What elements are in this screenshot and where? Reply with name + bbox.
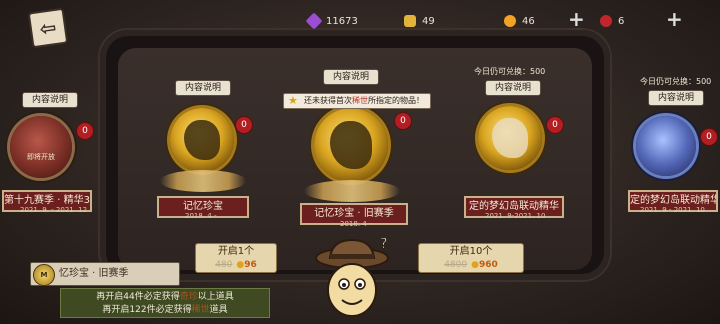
open-ten-button[interactable]: 开启10个 4800 ●960 [418, 243, 524, 273]
resource-value: 46 [522, 15, 535, 27]
content-help-button[interactable]: 内容说明 [323, 69, 380, 85]
coming-soon-label: 即将开放 [27, 153, 55, 161]
treasure-seal-icon: M [33, 264, 55, 286]
pity-line2-highlight: 稀世 [191, 305, 210, 315]
tooltip-highlight: 稀世 [352, 96, 368, 105]
first-rare-tooltip: ★ 还未获得首次稀世所指定的物品！ [283, 93, 431, 109]
pity-line2-prefix: 再开启122件必定获得 [102, 305, 192, 315]
card-date: 2018. 4 - [340, 220, 372, 228]
laurel-wreath [304, 180, 400, 202]
card-date: 2018. 4 - [185, 212, 217, 220]
pity-line1-highlight: 奇珍 [179, 292, 198, 302]
content-help-button[interactable]: 内容说明 [485, 80, 542, 96]
count-badge: 0 [76, 122, 94, 140]
season-medal: 即将开放 [10, 116, 72, 178]
card-date: 2021. 9 - 2021. 10 [640, 206, 705, 214]
pity-line1-prefix: 再开启44件必定获得 [96, 292, 180, 302]
info-title: M 忆珍宝 · 旧赛季 [30, 262, 180, 286]
purple-gem-icon [305, 12, 323, 30]
resource-red-gem: 6 [600, 12, 624, 30]
resource-gold-coin: 46 [504, 12, 535, 30]
count-badge: 0 [700, 128, 718, 146]
pity-info-panel: M 忆珍宝 · 旧赛季 再开启44件必定获得奇珍以上道具 再开启122件必定获得… [30, 262, 270, 322]
resource-puzzle: 49 [404, 12, 435, 30]
neverland-blue-medal [636, 116, 696, 176]
exit-door-icon[interactable]: ⇦ [27, 7, 69, 49]
open-one-label: 开启1个 [217, 246, 255, 257]
detective-mascot: ? [315, 238, 389, 317]
tooltip-prefix: 还未获得首次 [304, 96, 352, 105]
daily-exchange-limit: 今日仍可兑换：500 [640, 77, 712, 86]
star-icon: ★ [288, 94, 298, 107]
daily-exchange-limit: 今日仍可兑换：500 [474, 67, 546, 76]
open-ten-label: 开启10个 [449, 246, 493, 257]
red-gem-icon [600, 15, 612, 27]
add-gold-button[interactable]: + [568, 9, 585, 29]
count-badge: 0 [394, 112, 412, 130]
coin-icon: ● [471, 260, 479, 270]
count-badge: 0 [546, 116, 564, 134]
tooltip-suffix: 所指定的物品！ [368, 96, 424, 105]
puzzle-piece-icon [404, 15, 416, 27]
gold-coin-icon [504, 15, 516, 27]
resource-value: 11673 [326, 15, 358, 27]
info-title-text: 忆珍宝 · 旧赛季 [59, 268, 129, 279]
resource-value: 6 [618, 15, 625, 27]
discount-cost: 960 [478, 260, 498, 270]
neverland-medal [478, 106, 542, 170]
original-cost: 4800 [444, 260, 468, 270]
add-red-gem-button[interactable]: + [666, 9, 683, 29]
pity-line1-suffix: 以上道具 [197, 292, 234, 302]
resource-purple-gem: 11673 [305, 12, 358, 30]
card-date: 2021. 9-2021. 10 [485, 212, 546, 220]
memory-treasure-old-medal [314, 108, 388, 182]
content-help-button[interactable]: 内容说明 [648, 90, 705, 106]
resource-value: 49 [422, 15, 435, 27]
content-help-button[interactable]: 内容说明 [175, 80, 232, 96]
memory-treasure-medal [170, 108, 234, 172]
laurel-wreath [160, 170, 246, 192]
pity-line2-suffix: 道具 [209, 305, 228, 315]
count-badge: 0 [235, 116, 253, 134]
pity-counter-text: 再开启44件必定获得奇珍以上道具 再开启122件必定获得稀世道具 [60, 288, 270, 318]
card-date: 2021. 9. - 2021. 12 [20, 206, 88, 214]
svg-text:?: ? [380, 238, 387, 252]
content-help-button[interactable]: 内容说明 [22, 92, 79, 108]
